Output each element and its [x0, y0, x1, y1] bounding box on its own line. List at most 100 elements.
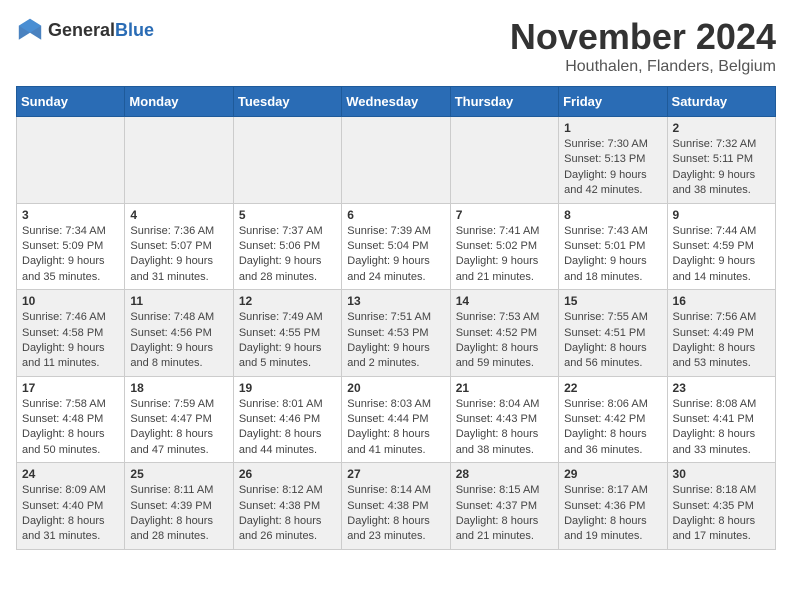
calendar-cell: 21 Sunrise: 8:04 AM Sunset: 4:43 PM Dayli… — [450, 376, 558, 463]
header-tuesday: Tuesday — [233, 87, 341, 117]
day-number: 13 — [347, 294, 444, 308]
header-wednesday: Wednesday — [342, 87, 450, 117]
calendar-week-row: 3 Sunrise: 7:34 AM Sunset: 5:09 PM Daylig… — [17, 203, 776, 290]
day-number: 25 — [130, 467, 227, 481]
header-saturday: Saturday — [667, 87, 775, 117]
calendar-cell: 10Sunrise: 7:46 AM Sunset: 4:58 PM Dayli… — [17, 290, 125, 377]
calendar-cell — [125, 117, 233, 204]
day-number: 21 — [456, 381, 553, 395]
calendar-cell: 12Sunrise: 7:49 AM Sunset: 4:55 PM Dayli… — [233, 290, 341, 377]
day-number: 5 — [239, 208, 336, 222]
day-info: Sunrise: 7:48 AM Sunset: 4:56 PM Dayligh… — [130, 310, 227, 372]
day-number: 17 — [22, 381, 119, 395]
calendar-table: SundayMondayTuesdayWednesdayThursdayFrid… — [16, 86, 776, 550]
calendar-cell: 2 Sunrise: 7:32 AM Sunset: 5:11 PM Daylig… — [667, 117, 775, 204]
header-monday: Monday — [125, 87, 233, 117]
day-info: Sunrise: 8:11 AM Sunset: 4:39 PM Dayligh… — [130, 483, 227, 545]
header-thursday: Thursday — [450, 87, 558, 117]
day-info: Sunrise: 7:53 AM Sunset: 4:52 PM Dayligh… — [456, 310, 553, 372]
calendar-cell — [450, 117, 558, 204]
calendar-cell: 25 Sunrise: 8:11 AM Sunset: 4:39 PM Dayli… — [125, 463, 233, 550]
calendar-cell: 18 Sunrise: 7:59 AM Sunset: 4:47 PM Dayli… — [125, 376, 233, 463]
calendar-cell: 6 Sunrise: 7:39 AM Sunset: 5:04 PM Daylig… — [342, 203, 450, 290]
calendar-week-row: 10Sunrise: 7:46 AM Sunset: 4:58 PM Dayli… — [17, 290, 776, 377]
calendar-week-row: 17Sunrise: 7:58 AM Sunset: 4:48 PM Dayli… — [17, 376, 776, 463]
day-info: Sunrise: 7:55 AM Sunset: 4:51 PM Dayligh… — [564, 310, 661, 372]
day-number: 22 — [564, 381, 661, 395]
day-number: 26 — [239, 467, 336, 481]
calendar-cell: 1 Sunrise: 7:30 AM Sunset: 5:13 PM Daylig… — [559, 117, 667, 204]
day-number: 15 — [564, 294, 661, 308]
calendar-cell: 24 Sunrise: 8:09 AM Sunset: 4:40 PM Dayli… — [17, 463, 125, 550]
calendar-cell: 3 Sunrise: 7:34 AM Sunset: 5:09 PM Daylig… — [17, 203, 125, 290]
day-number: 14 — [456, 294, 553, 308]
day-info: Sunrise: 7:43 AM Sunset: 5:01 PM Dayligh… — [564, 224, 661, 286]
day-info: Sunrise: 7:59 AM Sunset: 4:47 PM Dayligh… — [130, 397, 227, 459]
day-info: Sunrise: 8:03 AM Sunset: 4:44 PM Dayligh… — [347, 397, 444, 459]
day-number: 12 — [239, 294, 336, 308]
day-number: 1 — [564, 121, 661, 135]
calendar-cell: 8Sunrise: 7:43 AM Sunset: 5:01 PM Daylig… — [559, 203, 667, 290]
calendar-cell: 9Sunrise: 7:44 AM Sunset: 4:59 PM Daylig… — [667, 203, 775, 290]
day-info: Sunrise: 8:15 AM Sunset: 4:37 PM Dayligh… — [456, 483, 553, 545]
day-info: Sunrise: 7:30 AM Sunset: 5:13 PM Dayligh… — [564, 137, 661, 199]
day-number: 28 — [456, 467, 553, 481]
day-info: Sunrise: 7:51 AM Sunset: 4:53 PM Dayligh… — [347, 310, 444, 372]
day-info: Sunrise: 8:06 AM Sunset: 4:42 PM Dayligh… — [564, 397, 661, 459]
day-info: Sunrise: 7:46 AM Sunset: 4:58 PM Dayligh… — [22, 310, 119, 372]
day-info: Sunrise: 7:41 AM Sunset: 5:02 PM Dayligh… — [456, 224, 553, 286]
calendar-cell — [342, 117, 450, 204]
day-number: 19 — [239, 381, 336, 395]
main-title: November 2024 — [510, 16, 776, 58]
calendar-cell — [17, 117, 125, 204]
day-info: Sunrise: 7:56 AM Sunset: 4:49 PM Dayligh… — [673, 310, 770, 372]
calendar-cell: 30 Sunrise: 8:18 AM Sunset: 4:35 PM Dayli… — [667, 463, 775, 550]
day-info: Sunrise: 7:39 AM Sunset: 5:04 PM Dayligh… — [347, 224, 444, 286]
header-friday: Friday — [559, 87, 667, 117]
day-info: Sunrise: 7:37 AM Sunset: 5:06 PM Dayligh… — [239, 224, 336, 286]
day-info: Sunrise: 7:34 AM Sunset: 5:09 PM Dayligh… — [22, 224, 119, 286]
calendar-cell: 19 Sunrise: 8:01 AM Sunset: 4:46 PM Dayli… — [233, 376, 341, 463]
calendar-cell — [233, 117, 341, 204]
calendar-week-row: 1 Sunrise: 7:30 AM Sunset: 5:13 PM Daylig… — [17, 117, 776, 204]
day-number: 30 — [673, 467, 770, 481]
day-info: Sunrise: 8:09 AM Sunset: 4:40 PM Dayligh… — [22, 483, 119, 545]
calendar-cell: 4 Sunrise: 7:36 AM Sunset: 5:07 PM Daylig… — [125, 203, 233, 290]
day-info: Sunrise: 8:08 AM Sunset: 4:41 PM Dayligh… — [673, 397, 770, 459]
day-number: 7 — [456, 208, 553, 222]
day-info: Sunrise: 8:18 AM Sunset: 4:35 PM Dayligh… — [673, 483, 770, 545]
logo-icon — [16, 16, 44, 44]
logo-text-general: General — [48, 20, 115, 40]
day-info: Sunrise: 8:01 AM Sunset: 4:46 PM Dayligh… — [239, 397, 336, 459]
day-info: Sunrise: 8:04 AM Sunset: 4:43 PM Dayligh… — [456, 397, 553, 459]
day-info: Sunrise: 7:32 AM Sunset: 5:11 PM Dayligh… — [673, 137, 770, 199]
header: GeneralBlue November 2024 Houthalen, Fla… — [16, 16, 776, 76]
calendar-cell: 22 Sunrise: 8:06 AM Sunset: 4:42 PM Dayli… — [559, 376, 667, 463]
day-info: Sunrise: 8:14 AM Sunset: 4:38 PM Dayligh… — [347, 483, 444, 545]
calendar-cell: 20Sunrise: 8:03 AM Sunset: 4:44 PM Dayli… — [342, 376, 450, 463]
logo: GeneralBlue — [16, 16, 154, 44]
day-number: 11 — [130, 294, 227, 308]
calendar-cell: 26 Sunrise: 8:12 AM Sunset: 4:38 PM Dayli… — [233, 463, 341, 550]
day-number: 16 — [673, 294, 770, 308]
day-number: 18 — [130, 381, 227, 395]
day-info: Sunrise: 8:12 AM Sunset: 4:38 PM Dayligh… — [239, 483, 336, 545]
day-number: 4 — [130, 208, 227, 222]
calendar-cell: 5 Sunrise: 7:37 AM Sunset: 5:06 PM Daylig… — [233, 203, 341, 290]
calendar-cell: 15 Sunrise: 7:55 AM Sunset: 4:51 PM Dayli… — [559, 290, 667, 377]
calendar-cell: 13 Sunrise: 7:51 AM Sunset: 4:53 PM Dayli… — [342, 290, 450, 377]
day-info: Sunrise: 7:36 AM Sunset: 5:07 PM Dayligh… — [130, 224, 227, 286]
calendar-cell: 27Sunrise: 8:14 AM Sunset: 4:38 PM Dayli… — [342, 463, 450, 550]
subtitle: Houthalen, Flanders, Belgium — [510, 58, 776, 76]
header-sunday: Sunday — [17, 87, 125, 117]
day-number: 3 — [22, 208, 119, 222]
day-number: 23 — [673, 381, 770, 395]
calendar-cell: 23 Sunrise: 8:08 AM Sunset: 4:41 PM Dayli… — [667, 376, 775, 463]
day-info: Sunrise: 8:17 AM Sunset: 4:36 PM Dayligh… — [564, 483, 661, 545]
day-number: 6 — [347, 208, 444, 222]
day-number: 29 — [564, 467, 661, 481]
calendar-cell: 14 Sunrise: 7:53 AM Sunset: 4:52 PM Dayli… — [450, 290, 558, 377]
day-number: 24 — [22, 467, 119, 481]
calendar-header-row: SundayMondayTuesdayWednesdayThursdayFrid… — [17, 87, 776, 117]
day-number: 2 — [673, 121, 770, 135]
